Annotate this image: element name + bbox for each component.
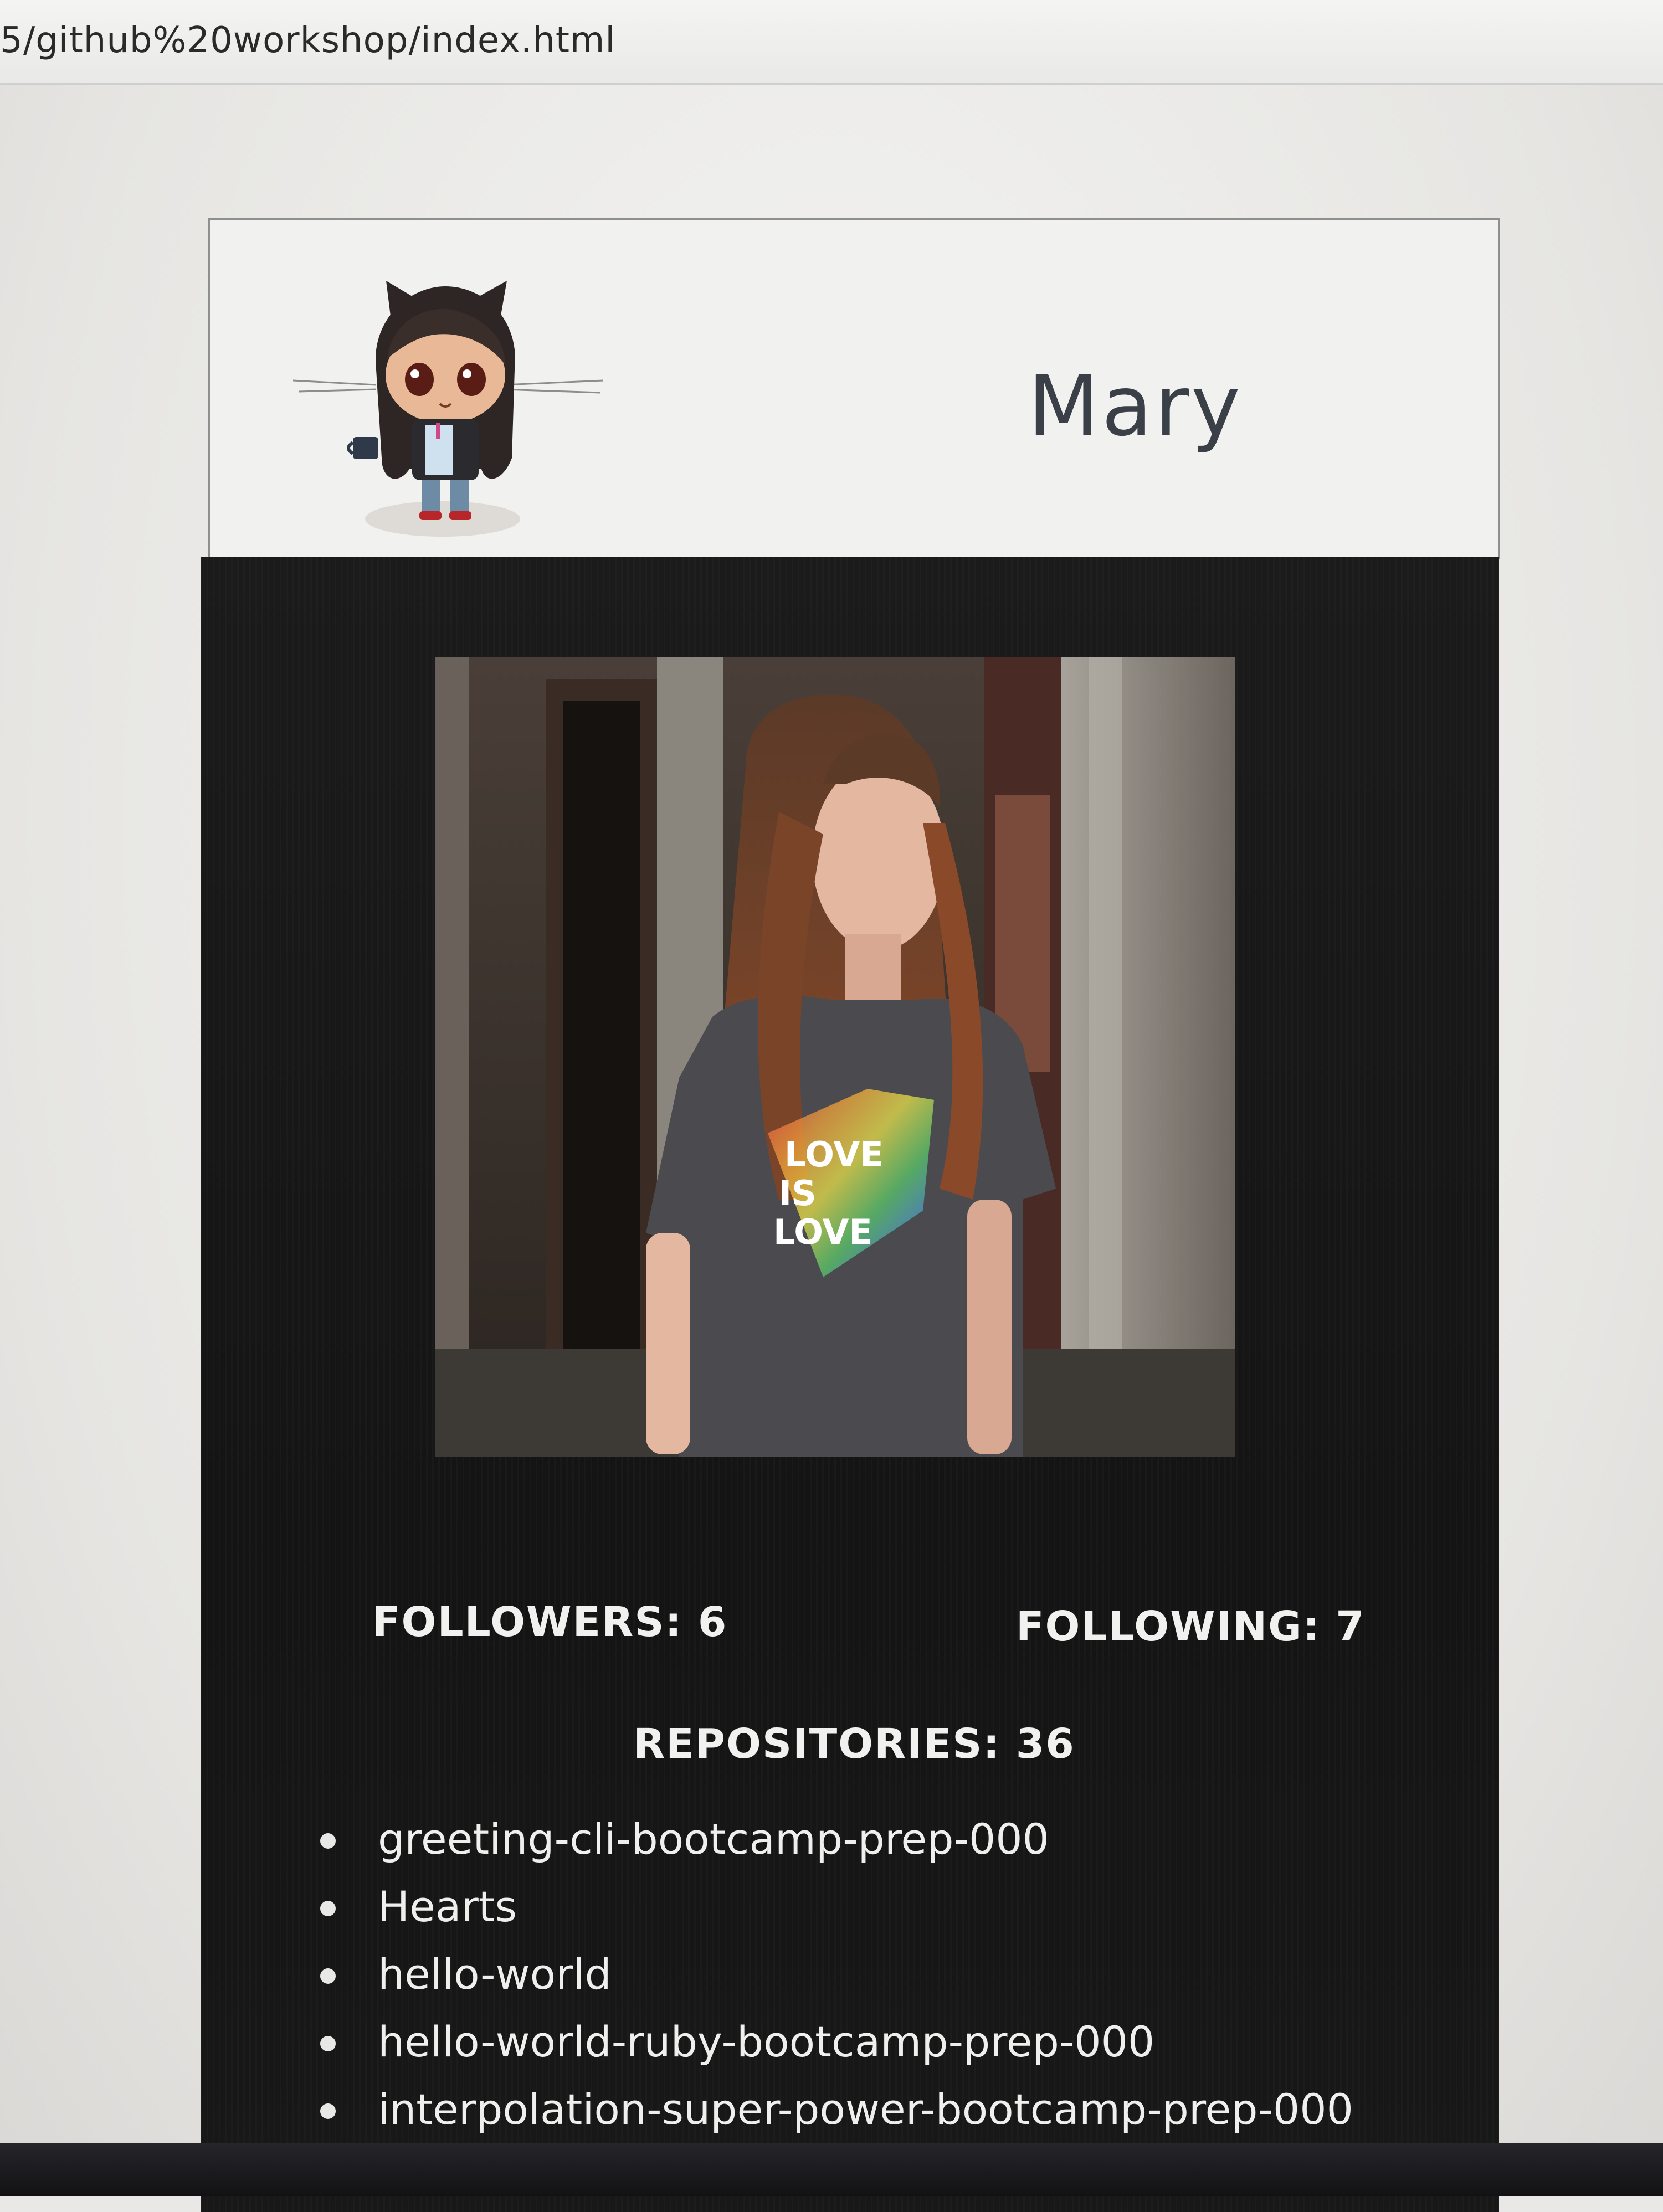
repository-name[interactable]: hello-world-ruby-bootcamp-prep-000: [378, 2017, 1154, 2066]
repository-name[interactable]: hello-world: [378, 1949, 612, 1999]
profile-photo: LOVE IS LOVE: [435, 657, 1235, 1457]
bullet-icon: [320, 1833, 336, 1849]
monitor-bezel: [0, 2143, 1663, 2196]
octocat-icon: [293, 281, 604, 537]
bullet-icon: [320, 2036, 336, 2051]
repository-name[interactable]: greeting-cli-bootcamp-prep-000: [378, 1814, 1049, 1864]
bullet-icon: [320, 1968, 336, 1984]
repository-name[interactable]: Hearts: [378, 1882, 517, 1931]
profile-card: Mary LOVE IS LOVE FOLLOWERS: 6 FOLLOWING…: [201, 218, 1500, 2212]
profile-photo-image: LOVE IS LOVE: [435, 657, 1235, 1457]
profile-body: LOVE IS LOVE FOLLOWERS: 6 FOLLOWING: 7 R…: [201, 557, 1499, 2212]
repository-name[interactable]: interpolation-super-power-bootcamp-prep-…: [378, 2085, 1353, 2134]
page-viewport: Mary LOVE IS LOVE FOLLOWERS: 6 FOLLOWING…: [0, 85, 1663, 2212]
svg-text:LOVE: LOVE: [773, 1212, 872, 1252]
bullet-icon: [320, 2103, 336, 2119]
profile-name: Mary: [1028, 358, 1243, 455]
svg-text:LOVE: LOVE: [784, 1134, 884, 1175]
profile-header: Mary: [208, 218, 1500, 559]
browser-address-bar[interactable]: 5/github%20workshop/index.html: [0, 0, 1663, 85]
repositories-count: REPOSITORIES: 36: [633, 1720, 1075, 1768]
svg-text:IS: IS: [779, 1173, 817, 1213]
following-count: FOLLOWING: 7: [1016, 1603, 1366, 1650]
followers-count: FOLLOWERS: 6: [372, 1598, 728, 1646]
screen: 5/github%20workshop/index.html Mary LOVE…: [0, 0, 1663, 2212]
bullet-icon: [320, 1901, 336, 1916]
url-text[interactable]: 5/github%20workshop/index.html: [0, 20, 615, 61]
